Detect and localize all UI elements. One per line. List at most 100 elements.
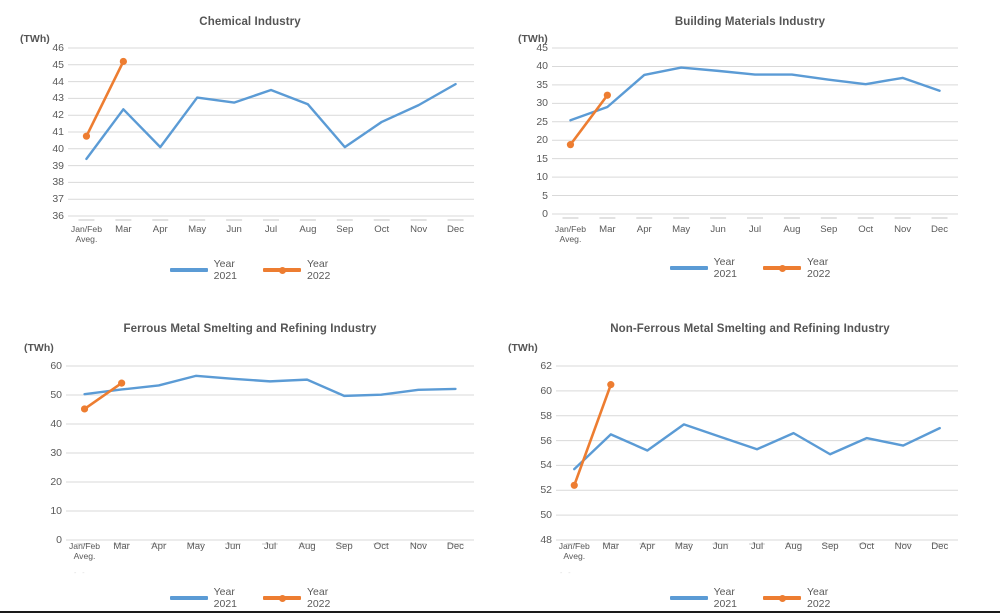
legend-label-line1: Year	[713, 586, 735, 598]
series-line	[573, 423, 941, 471]
chart-panel: Ferrous Metal Smelting and Refining Indu…	[0, 306, 500, 613]
series-line	[85, 82, 457, 161]
series-line	[83, 381, 123, 411]
legend-item-2021[interactable]: Year 2021	[169, 586, 237, 610]
x-axis-tick-label: Jan/Feb Aveg.	[70, 224, 102, 244]
legend-line-marker-icon	[763, 592, 801, 604]
legend-label: Year 2021	[214, 258, 237, 282]
legend-label-line2: 2021	[213, 270, 237, 283]
y-axis-tick-label: 56	[540, 434, 552, 447]
x-axis-tick-label: Sep	[820, 224, 838, 235]
chart-legend: Year 2021 Year 2022	[0, 258, 500, 282]
x-axis-tick-label: May	[674, 541, 693, 552]
y-axis-tick-label: 38	[52, 176, 64, 189]
x-axis-tick-label: May	[186, 541, 205, 552]
x-axis-tick-label: Oct	[374, 224, 390, 235]
legend-label-line1: Year	[213, 586, 235, 598]
legend-label-line2: 2022	[307, 270, 331, 283]
y-axis-tick-label: 58	[540, 409, 552, 422]
legend-label-line2: 2022	[807, 268, 831, 281]
x-axis-tick-label: Jun	[226, 224, 242, 235]
legend-label-line1: Year	[307, 586, 329, 598]
legend-line-marker-icon	[763, 262, 801, 274]
x-axis-tick-label: Jan/Feb Aveg.	[69, 541, 101, 561]
y-axis-tick-label: 54	[540, 459, 552, 472]
y-axis-tick-label: 15	[536, 152, 548, 165]
y-axis-tick-label: 40	[52, 142, 64, 155]
x-axis-tick-label: Mar	[599, 224, 616, 235]
data-point-marker	[570, 481, 578, 489]
y-axis-tick-label: 39	[52, 159, 64, 172]
data-point-marker	[119, 57, 127, 66]
chart-panel: Building Materials Industry (TWh) 0 5 10 15 20…	[500, 0, 1000, 306]
x-axis-tick-label: Apr	[636, 224, 652, 235]
y-axis-tick-label: 20	[50, 475, 62, 488]
legend-label: Year 2021	[214, 586, 237, 610]
chart-legend: Year 2021 Year 2022	[500, 256, 1000, 280]
legend-item-2021[interactable]: Year 2021	[669, 256, 737, 280]
legend-item-2021[interactable]: Year 2021	[169, 258, 237, 282]
x-axis-tick-label: Oct	[373, 541, 389, 552]
legend-label-line2: 2022	[307, 598, 331, 611]
x-axis-tick-label: Dec	[446, 541, 464, 552]
legend-label: Year 2022	[307, 586, 330, 610]
legend-item-2022[interactable]: Year 2022	[763, 256, 830, 280]
x-axis-tick-label: Jun	[710, 224, 726, 235]
y-axis-tick-label: 46	[52, 41, 64, 54]
y-axis-tick-label: 0	[542, 207, 548, 220]
legend-label: Year 2022	[807, 586, 830, 610]
x-axis-tick-label: Nov	[409, 541, 427, 552]
y-axis-tick-label: 36	[52, 209, 64, 222]
y-axis-tick-label: 52	[540, 484, 552, 497]
x-axis-tick-label: May	[188, 224, 207, 235]
legend-item-2021[interactable]: Year 2021	[669, 586, 737, 610]
y-axis-tick-label: 35	[536, 78, 548, 91]
faded-artifact-text: - -	[560, 570, 573, 577]
chart-panel: Chemical Industry (TWh) 36 37 38 39 40 41 42 43 44…	[0, 0, 500, 306]
legend-line-icon	[669, 262, 708, 274]
y-axis-labels: 0 10 20 30 40 50 60	[28, 361, 62, 545]
x-axis-tick-label: Aug	[784, 541, 803, 552]
y-axis-tick-label: 40	[50, 417, 62, 430]
series-line	[572, 383, 613, 487]
x-axis-tick-label: Jul	[748, 224, 762, 235]
y-axis-tick-label: 10	[536, 170, 548, 183]
legend-line-icon	[669, 592, 708, 604]
plot-area	[552, 47, 958, 219]
x-axis-tick-label: Jan/Feb Aveg.	[558, 541, 590, 561]
x-axis-tick-label: Dec	[447, 224, 465, 235]
y-axis-tick-label: 42	[52, 108, 64, 121]
legend-item-2022[interactable]: Year 2022	[263, 258, 330, 282]
legend-label-line1: Year	[307, 258, 329, 270]
series-line	[569, 93, 609, 146]
legend-item-2022[interactable]: Year 2022	[263, 586, 330, 610]
x-axis-tick-label: Nov	[894, 541, 912, 552]
legend-label-line1: Year	[713, 256, 735, 268]
legend-label-line1: Year	[213, 258, 235, 270]
y-axis-tick-label: 41	[52, 125, 64, 138]
legend-line-marker-icon	[263, 592, 301, 604]
plot-area	[556, 365, 958, 545]
x-axis-tick-label: Apr	[639, 541, 655, 552]
data-point-marker	[607, 381, 615, 389]
x-axis-tick-label: Aug	[299, 224, 317, 235]
y-axis-tick-label: 43	[52, 92, 64, 105]
data-point-marker	[118, 379, 126, 387]
y-axis-tick-label: 50	[540, 508, 552, 521]
chart-panel: Non-Ferrous Metal Smelting and Refining …	[500, 306, 1000, 613]
x-axis-tick-label: Nov	[410, 224, 428, 235]
x-axis-tick-label: Apr	[151, 541, 167, 552]
legend-item-2022[interactable]: Year 2022	[763, 586, 830, 610]
y-axis-tick-label: 48	[540, 533, 552, 546]
y-axis-tick-label: 25	[536, 115, 548, 128]
y-axis-tick-label: 30	[536, 97, 548, 110]
legend-line-marker-icon	[263, 264, 301, 276]
chart-legend: Year 2021 Year 2022	[0, 586, 500, 610]
x-axis-tick-label: Jun	[225, 541, 241, 552]
y-axis-labels: 0 5 10 15 20 25 30 35 40 45	[514, 43, 548, 219]
series-line	[83, 374, 457, 398]
data-point-marker	[82, 132, 91, 140]
y-axis-unit-label: (TWh)	[508, 342, 538, 354]
y-axis-tick-label: 45	[536, 41, 548, 54]
x-axis-tick-label: Aug	[298, 541, 316, 552]
